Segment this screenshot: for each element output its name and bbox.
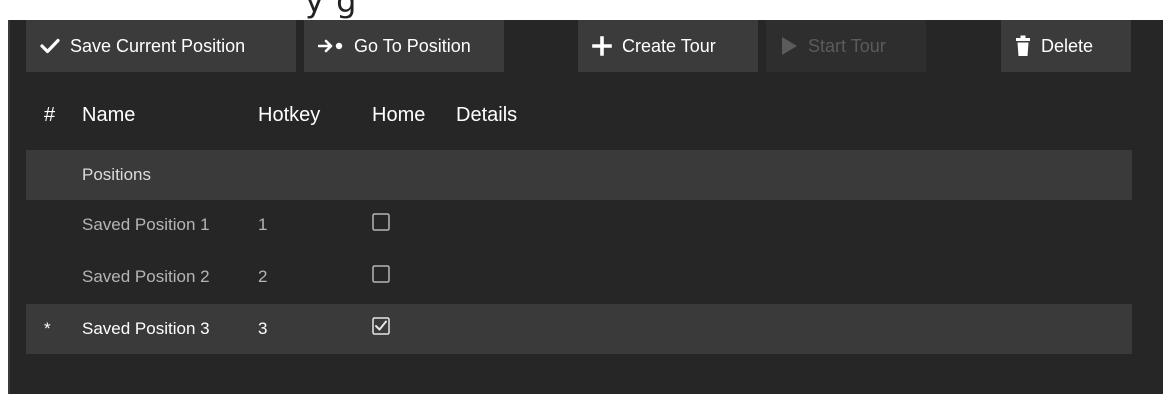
column-header-name[interactable]: Name xyxy=(82,104,135,127)
home-checkbox[interactable] xyxy=(372,317,390,335)
start-tour-button[interactable]: Start Tour xyxy=(766,20,926,72)
table-row[interactable]: Saved Position 1 1 xyxy=(26,200,1132,250)
cropped-header-fragment: y g xyxy=(0,0,1163,20)
arrow-dot-icon xyxy=(318,39,344,53)
trash-icon xyxy=(1015,35,1031,57)
group-label: Positions xyxy=(82,165,151,184)
position-name: Saved Position 2 xyxy=(82,267,210,286)
save-current-position-label: Save Current Position xyxy=(70,35,246,56)
start-tour-label: Start Tour xyxy=(808,35,886,56)
position-name: Saved Position 3 xyxy=(82,319,210,338)
home-checkbox[interactable] xyxy=(372,265,390,283)
create-tour-label: Create Tour xyxy=(622,35,716,56)
create-tour-button[interactable]: Create Tour xyxy=(578,20,758,72)
delete-button[interactable]: Delete xyxy=(1001,20,1131,72)
column-header-details[interactable]: Details xyxy=(456,104,517,127)
table-header: # Name Hotkey Home Details xyxy=(26,96,1132,136)
positions-group-row[interactable]: Positions xyxy=(26,150,1132,200)
position-hotkey: 3 xyxy=(258,319,268,338)
cropped-header-text: y g xyxy=(305,0,358,20)
table-row[interactable]: * Saved Position 3 3 xyxy=(26,304,1132,354)
column-header-hotkey[interactable]: Hotkey xyxy=(258,104,320,127)
go-to-position-button[interactable]: Go To Position xyxy=(304,20,504,72)
position-name: Saved Position 1 xyxy=(82,215,210,234)
plus-icon xyxy=(592,36,612,56)
checkmark-icon xyxy=(40,38,60,54)
go-to-position-label: Go To Position xyxy=(354,35,471,56)
table-row[interactable]: Saved Position 2 2 xyxy=(26,252,1132,302)
column-header-home[interactable]: Home xyxy=(372,104,425,127)
save-current-position-button[interactable]: Save Current Position xyxy=(26,20,296,72)
play-icon xyxy=(780,36,798,56)
delete-label: Delete xyxy=(1041,35,1094,56)
row-marker: * xyxy=(44,319,51,338)
position-hotkey: 1 xyxy=(258,215,268,234)
position-hotkey: 2 xyxy=(258,267,268,286)
home-checkbox[interactable] xyxy=(372,213,390,231)
column-header-number[interactable]: # xyxy=(44,104,55,127)
